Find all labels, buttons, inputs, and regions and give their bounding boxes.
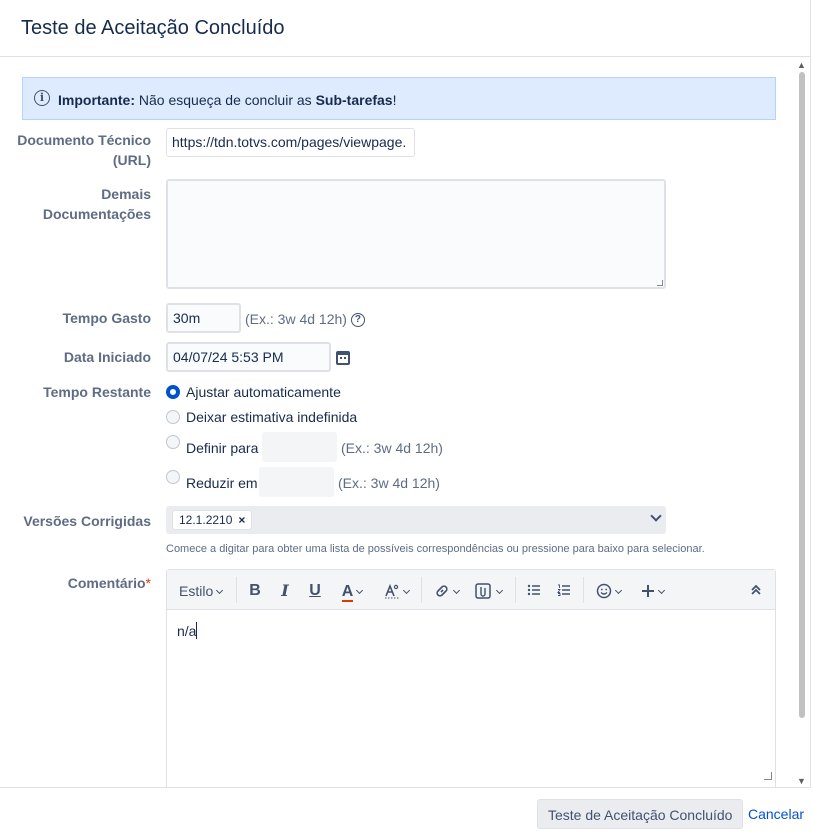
radio-definir[interactable] (166, 435, 180, 449)
scrollbar-thumb[interactable] (799, 72, 805, 718)
dialog-title: Teste de Aceitação Concluído (21, 17, 285, 39)
bullet-list-icon (527, 584, 540, 596)
definir-input[interactable] (262, 432, 337, 462)
comment-text[interactable]: n/a (177, 622, 198, 639)
demais-doc-label: Demais Documentações (42, 186, 151, 222)
style-dropdown[interactable]: Estilo (179, 580, 224, 602)
plus-icon (641, 585, 654, 597)
chip-remove-icon[interactable]: × (238, 513, 245, 527)
radio-indefinida-label: Deixar estimativa indefinida (186, 409, 358, 425)
radio-ajustar[interactable] (166, 385, 180, 399)
versoes-label: Versões Corrigidas (23, 513, 151, 529)
text-color-icon: A (341, 583, 354, 602)
version-chip: 12.1.2210 × (172, 510, 253, 530)
link-icon (435, 585, 448, 597)
tempo-gasto-input[interactable]: 30m (166, 303, 241, 333)
resize-handle[interactable] (657, 280, 663, 286)
attachment-button[interactable] (473, 580, 503, 602)
text-color-button[interactable]: A (337, 580, 367, 602)
numbered-list-icon (557, 584, 570, 596)
link-button[interactable] (431, 580, 461, 602)
dialog-footer: Teste de Aceitação Concluído Cancelar (0, 787, 811, 836)
radio-ajustar-label: Ajustar automaticamente (186, 384, 341, 400)
insert-more-button[interactable] (637, 580, 667, 602)
scrollbar[interactable]: ▲ ▼ (797, 58, 806, 788)
italic-button[interactable]: I (277, 580, 293, 602)
data-iniciado-input[interactable]: 04/07/24 5:53 PM (166, 342, 331, 372)
radio-reduzir[interactable] (166, 470, 180, 484)
tempo-gasto-label: Tempo Gasto (62, 310, 151, 326)
chevron-down-icon[interactable] (650, 510, 662, 522)
comment-editor[interactable]: Estilo B I U A n/a (166, 569, 776, 787)
emoji-button[interactable] (593, 580, 623, 602)
versoes-select[interactable]: 12.1.2210 × (166, 506, 666, 534)
versoes-help-text: Comece a digitar para obter uma lista de… (166, 543, 705, 555)
submit-button[interactable]: Teste de Aceitação Concluído (537, 799, 744, 829)
text-effects-button[interactable] (381, 580, 411, 602)
radio-definir-label: Definir para (186, 440, 259, 456)
scroll-up-icon[interactable]: ▲ (797, 58, 806, 72)
info-text: Importante: Não esqueça de concluir as S… (58, 92, 397, 108)
radio-reduzir-label: Reduzir em (186, 475, 258, 491)
help-icon[interactable]: ? (350, 313, 365, 328)
scroll-down-icon[interactable]: ▼ (797, 774, 806, 788)
reduzir-input[interactable] (259, 467, 334, 497)
chevron-double-up-icon (751, 584, 761, 595)
required-marker: * (145, 575, 151, 591)
demais-doc-textarea[interactable] (166, 179, 666, 289)
dialog-content: i Importante: Não esqueça de concluir as… (0, 57, 800, 787)
doc-tecnico-label: Documento Técnico (URL) (17, 132, 151, 168)
dialog: Teste de Aceitação Concluído i Important… (0, 0, 811, 836)
emoji-icon (596, 583, 611, 599)
tempo-restante-label: Tempo Restante (43, 384, 151, 400)
cancel-link[interactable]: Cancelar (738, 799, 813, 829)
radio-indefinida[interactable] (166, 410, 180, 424)
attachment-icon (474, 583, 491, 599)
data-iniciado-label: Data Iniciado (63, 349, 151, 365)
collapse-toolbar-button[interactable] (749, 580, 763, 602)
definir-hint: (Ex.: 3w 4d 12h) (341, 440, 443, 456)
editor-resize-handle[interactable] (764, 772, 772, 780)
info-icon: i (34, 90, 50, 106)
info-message: i Importante: Não esqueça de concluir as… (22, 77, 776, 120)
text-style-icon (384, 583, 399, 599)
doc-tecnico-input[interactable]: https://tdn.totvs.com/pages/viewpage. (166, 128, 415, 157)
comentario-label: Comentário* (67, 575, 151, 591)
calendar-icon[interactable] (336, 351, 350, 365)
numbered-list-button[interactable] (555, 580, 573, 602)
tempo-gasto-hint: (Ex.: 3w 4d 12h)? (245, 311, 365, 328)
reduzir-hint: (Ex.: 3w 4d 12h) (338, 475, 440, 491)
text-cursor (196, 622, 198, 639)
editor-toolbar: Estilo B I U A (167, 570, 775, 610)
dialog-header: Teste de Aceitação Concluído (0, 0, 811, 57)
bold-button[interactable]: B (247, 580, 263, 602)
underline-button[interactable]: U (307, 580, 323, 602)
bullet-list-button[interactable] (525, 580, 543, 602)
